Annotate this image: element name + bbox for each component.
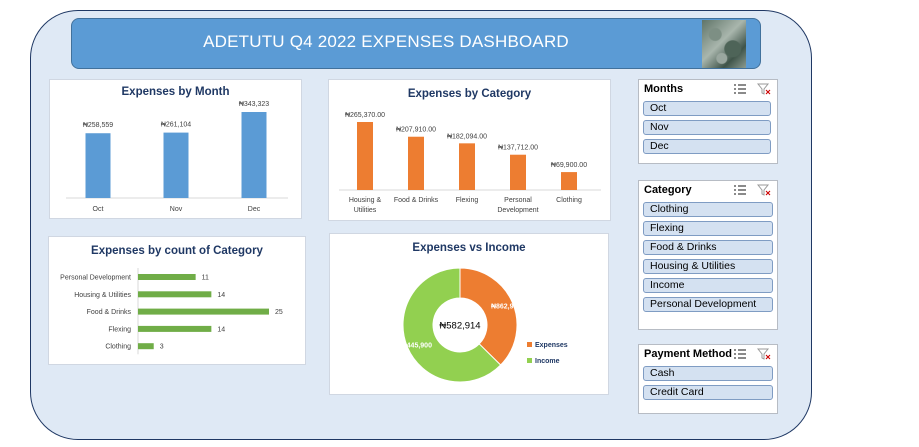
data-label: ₦862,986 <box>491 304 521 311</box>
legend-swatch <box>527 342 532 347</box>
data-label: ₦137,712.00 <box>498 145 538 152</box>
data-label: ₦343,323 <box>239 101 269 108</box>
bar <box>138 325 212 332</box>
slicer-item-income[interactable]: Income <box>643 278 773 293</box>
slicer-header: Category <box>644 184 692 196</box>
slicer-item-personal-development[interactable]: Personal Development <box>643 297 773 312</box>
tick-label: Oct <box>93 206 104 213</box>
bar <box>357 122 373 190</box>
tick-label: Clothing <box>556 197 582 204</box>
months-slicer[interactable]: Months Oct Nov Dec <box>638 79 778 164</box>
clear-filter-icon[interactable] <box>757 83 771 95</box>
slicer-item-food-drinks[interactable]: Food & Drinks <box>643 240 773 255</box>
multi-select-icon[interactable] <box>733 184 747 196</box>
expenses-by-count-chart[interactable]: Expenses by count of Category Personal D… <box>48 236 306 365</box>
slicer-item-credit-card[interactable]: Credit Card <box>643 385 773 400</box>
category-chart-plot: ₦265,370.00 Housing & Utilities ₦207,910.00… <box>339 112 601 214</box>
dashboard-title: ADETUTU Q4 2022 EXPENSES DASHBOARD <box>203 32 569 51</box>
multi-select-icon[interactable] <box>733 83 747 95</box>
bar <box>241 112 267 198</box>
bar <box>459 143 475 190</box>
data-label: ₦207,910.00 <box>396 127 436 134</box>
tick-label: Nov <box>170 206 183 213</box>
tick-label: Food & Drinks <box>394 197 439 204</box>
tick-label: Personal <box>504 197 532 204</box>
expenses-vs-income-chart[interactable]: Expenses vs Income ₦862,986 ₦1,445,900 ₦58… <box>329 233 609 395</box>
data-label: ₦261,104 <box>161 122 191 129</box>
data-label: ₦258,559 <box>83 122 113 129</box>
bar <box>510 154 526 190</box>
multi-select-icon[interactable] <box>733 348 747 360</box>
tick-label: Development <box>497 207 538 214</box>
data-label: ₦1,445,900 <box>396 342 432 349</box>
data-label: ₦182,094.00 <box>447 133 487 140</box>
data-label: ₦69,900.00 <box>551 162 587 169</box>
payment-method-slicer[interactable]: Payment Method Cash Credit Card <box>638 344 778 414</box>
data-label: 25 <box>275 309 283 316</box>
slicer-header: Payment Method <box>644 348 733 360</box>
legend-label: Expenses <box>535 342 568 349</box>
tick-label: Personal Development <box>60 275 131 282</box>
bar <box>163 132 189 198</box>
legend-swatch <box>527 358 532 363</box>
slicer-item-nov[interactable]: Nov <box>643 120 771 135</box>
bar <box>138 343 154 350</box>
count-chart-plot: Personal Development 11 Housing & Utilitie… <box>60 268 283 355</box>
expenses-by-month-chart[interactable]: Expenses by Month ₦258,559 Oct ₦261,104 Nov… <box>49 79 302 219</box>
clear-filter-icon[interactable] <box>757 184 771 196</box>
bar <box>85 133 111 198</box>
bar <box>138 308 269 315</box>
income-chart-plot: ₦862,986 ₦1,445,900 ₦582,914 Expenses Income <box>396 267 568 383</box>
bar <box>138 274 196 280</box>
data-label: 14 <box>217 326 225 333</box>
bar <box>561 172 577 190</box>
profile-photo <box>702 20 746 68</box>
center-label: ₦582,914 <box>439 321 480 332</box>
expenses-by-category-chart[interactable]: Expenses by Category ₦265,370.00 Housing … <box>328 79 611 221</box>
slicer-item-flexing[interactable]: Flexing <box>643 221 773 236</box>
bar <box>138 291 212 298</box>
slicer-item-cash[interactable]: Cash <box>643 366 773 381</box>
slicer-item-clothing[interactable]: Clothing <box>643 202 773 217</box>
slicer-item-oct[interactable]: Oct <box>643 101 771 116</box>
month-chart-plot: ₦258,559 Oct ₦261,104 Nov ₦343,323 Dec <box>66 101 288 213</box>
tick-label: Dec <box>248 206 261 213</box>
data-label: 11 <box>202 275 209 282</box>
clear-filter-icon[interactable] <box>757 348 771 360</box>
data-label: ₦265,370.00 <box>345 112 385 119</box>
title-bar: ADETUTU Q4 2022 EXPENSES DASHBOARD <box>71 18 761 69</box>
legend-label: Income <box>535 358 560 365</box>
tick-label: Clothing <box>105 344 131 351</box>
tick-label: Housing & <box>349 197 382 204</box>
bar <box>408 136 424 190</box>
tick-label: Flexing <box>108 326 131 333</box>
slicer-header: Months <box>644 83 684 95</box>
tick-label: Flexing <box>456 197 479 204</box>
tick-label: Utilities <box>354 207 377 214</box>
slicer-item-housing-utilities[interactable]: Housing & Utilities <box>643 259 773 274</box>
tick-label: Housing & Utilities <box>74 292 131 299</box>
category-slicer[interactable]: Category Clothing Flexing Food & Drinks Hou… <box>638 180 778 330</box>
data-label: 14 <box>217 292 225 299</box>
data-label: 3 <box>160 344 164 351</box>
slicer-item-dec[interactable]: Dec <box>643 139 771 154</box>
tick-label: Food & Drinks <box>87 309 132 316</box>
